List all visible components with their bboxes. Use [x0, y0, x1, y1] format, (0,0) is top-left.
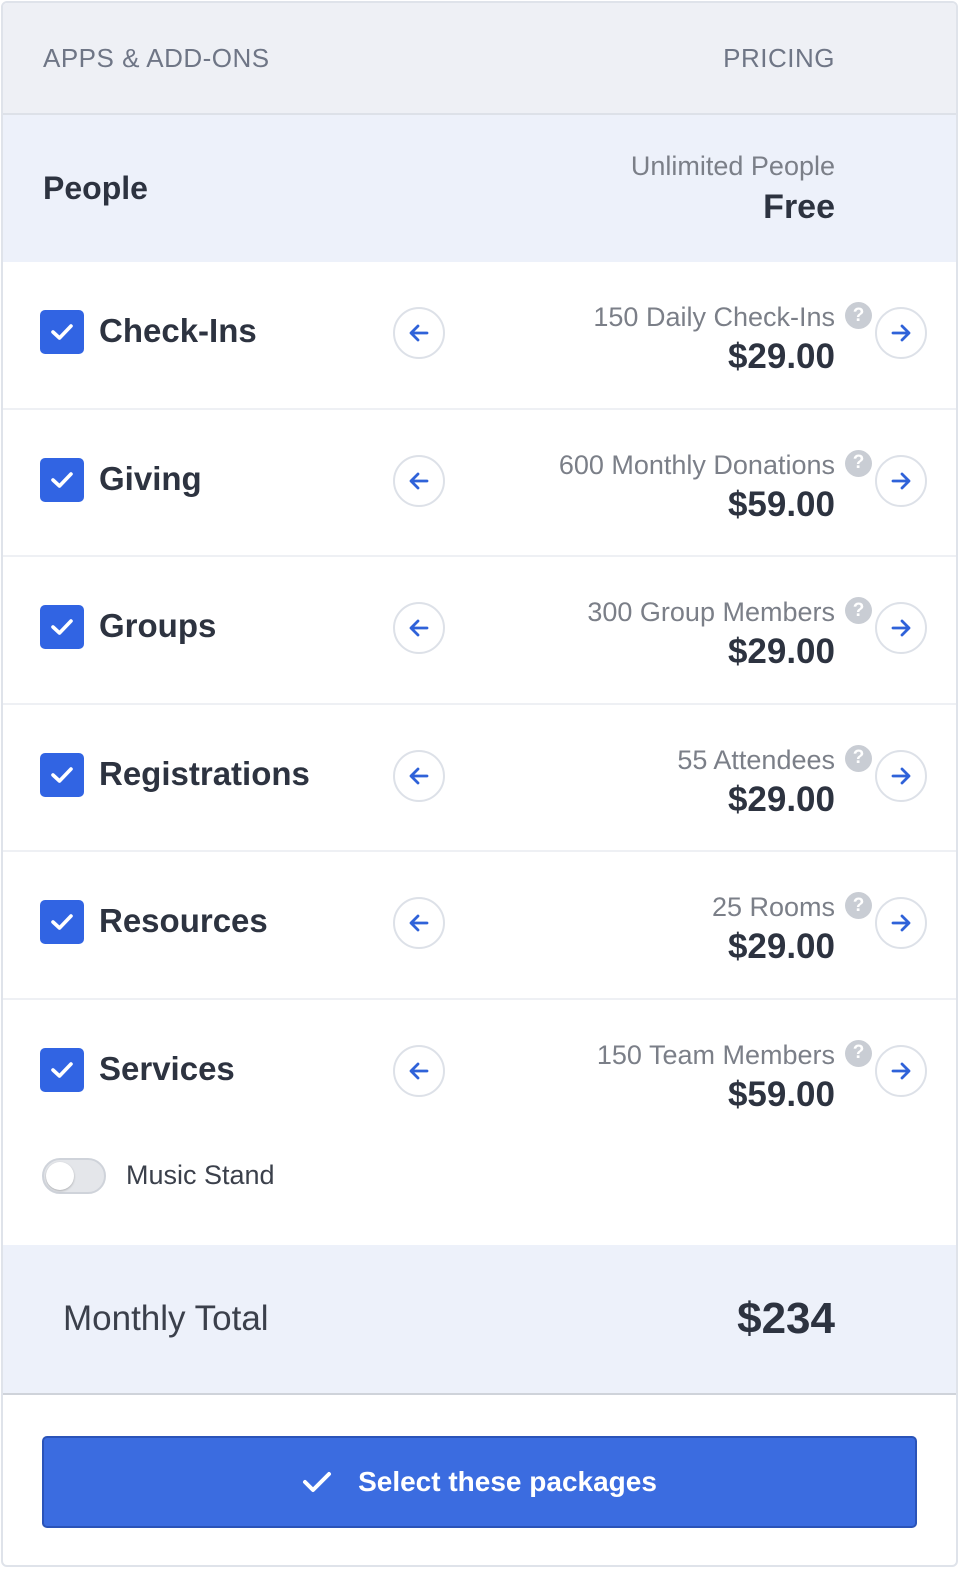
tier-label: 600 Monthly Donations: [558, 449, 835, 480]
tier-label: 150 Daily Check-Ins: [593, 302, 835, 332]
tier-label: 150 Team Members: [596, 1039, 835, 1070]
package-name: Giving: [99, 459, 202, 497]
package-name: Resources: [99, 902, 268, 939]
package-price: $59.00: [727, 1074, 835, 1114]
package-price: $29.00: [727, 337, 835, 376]
people-tier-label: Unlimited People: [630, 150, 835, 181]
toggle-knob: [46, 1161, 74, 1190]
package-name: Registrations: [99, 754, 310, 792]
select-packages-label: Select these packages: [358, 1465, 657, 1497]
checkbox-registrations[interactable]: [40, 752, 84, 797]
question-icon[interactable]: ?: [845, 892, 872, 919]
package-price: $59.00: [727, 484, 835, 524]
package-row-check-ins: Check-Ins 150 Daily Check-Ins ? $29.00: [3, 262, 956, 410]
arrow-left-icon: [409, 914, 429, 932]
arrow-left-icon: [409, 324, 429, 342]
tier-label: 25 Rooms: [711, 892, 835, 922]
people-name: People: [43, 170, 148, 206]
package-row-services: Services 150 Team Members ? $59.00 Music…: [3, 1000, 956, 1245]
increase-tier-button[interactable]: [875, 454, 927, 507]
arrow-right-icon: [891, 767, 911, 784]
package-row-giving: Giving 600 Monthly Donations ? $59.00: [3, 410, 956, 557]
package-name: Groups: [99, 607, 217, 644]
monthly-total-label: Monthly Total: [63, 1298, 269, 1338]
people-price: Free: [763, 187, 835, 226]
question-icon[interactable]: ?: [845, 744, 872, 772]
arrow-right-icon: [891, 324, 911, 342]
arrow-right-icon: [891, 1062, 911, 1079]
decrease-tier-button[interactable]: [393, 602, 445, 654]
tier-label: 55 Attendees: [677, 744, 835, 775]
increase-tier-button[interactable]: [875, 1044, 927, 1097]
package-pricing: 55 Attendees ? $29.00: [677, 744, 872, 820]
music-stand-toggle[interactable]: [42, 1157, 106, 1194]
checkmark-icon: [303, 1471, 332, 1492]
monthly-total-value: $234: [737, 1293, 835, 1343]
increase-tier-button[interactable]: [875, 602, 927, 654]
decrease-tier-button[interactable]: [393, 749, 445, 802]
music-stand-label: Music Stand: [126, 1160, 275, 1190]
checkmark-icon: [51, 471, 73, 488]
package-name: Check-Ins: [99, 312, 257, 349]
package-pricing: 25 Rooms ? $29.00: [711, 892, 872, 967]
footer: Select these packages: [3, 1395, 956, 1566]
checkmark-icon: [51, 914, 73, 930]
select-packages-button[interactable]: Select these packages: [42, 1435, 917, 1528]
package-pricing: 300 Group Members ? $29.00: [587, 597, 872, 672]
pricing-column-header: PRICING: [723, 42, 835, 73]
package-row-registrations: Registrations 55 Attendees ? $29.00: [3, 705, 956, 852]
arrow-right-icon: [891, 472, 911, 489]
music-stand-addon: Music Stand: [42, 1157, 275, 1194]
people-row: People Unlimited People Free: [3, 115, 956, 262]
tier-label: 300 Group Members: [587, 597, 835, 627]
pricing-card: APPS & ADD-ONS PRICING People Unlimited …: [1, 1, 958, 1567]
package-price: $29.00: [727, 779, 835, 819]
monthly-total-row: Monthly Total $234: [3, 1244, 956, 1395]
package-row-resources: Resources 25 Rooms ? $29.00: [3, 852, 956, 1000]
apps-column-header: APPS & ADD-ONS: [43, 42, 270, 73]
decrease-tier-button[interactable]: [393, 307, 445, 359]
checkbox-giving[interactable]: [40, 457, 84, 502]
checkmark-icon: [51, 1061, 73, 1078]
decrease-tier-button[interactable]: [393, 1044, 445, 1097]
arrow-left-icon: [409, 767, 429, 784]
increase-tier-button[interactable]: [875, 749, 927, 802]
package-pricing: 600 Monthly Donations ? $59.00: [558, 449, 872, 525]
question-icon[interactable]: ?: [845, 449, 872, 477]
arrow-left-icon: [409, 1062, 429, 1079]
checkmark-icon: [51, 619, 73, 635]
package-pricing: 150 Team Members ? $59.00: [596, 1039, 872, 1115]
increase-tier-button[interactable]: [875, 307, 927, 359]
package-name: Services: [99, 1049, 235, 1087]
package-pricing: 150 Daily Check-Ins ? $29.00: [593, 302, 872, 377]
arrow-right-icon: [891, 914, 911, 932]
checkbox-groups[interactable]: [40, 605, 84, 649]
package-row-groups: Groups 300 Group Members ? $29.00: [3, 557, 956, 705]
arrow-right-icon: [891, 619, 911, 637]
question-icon[interactable]: ?: [845, 1039, 872, 1067]
package-price: $29.00: [727, 632, 835, 671]
decrease-tier-button[interactable]: [393, 454, 445, 507]
checkmark-icon: [51, 324, 73, 340]
decrease-tier-button[interactable]: [393, 897, 445, 949]
increase-tier-button[interactable]: [875, 897, 927, 949]
checkbox-check-ins[interactable]: [40, 310, 84, 354]
people-pricing: Unlimited People Free: [631, 151, 835, 227]
checkmark-icon: [51, 766, 73, 783]
checkbox-services[interactable]: [40, 1047, 84, 1092]
checkbox-resources[interactable]: [40, 900, 84, 944]
package-price: $29.00: [727, 927, 835, 966]
arrow-left-icon: [409, 472, 429, 489]
table-header: APPS & ADD-ONS PRICING: [3, 3, 956, 115]
arrow-left-icon: [409, 619, 429, 637]
question-icon[interactable]: ?: [845, 597, 872, 624]
question-icon[interactable]: ?: [845, 302, 872, 329]
